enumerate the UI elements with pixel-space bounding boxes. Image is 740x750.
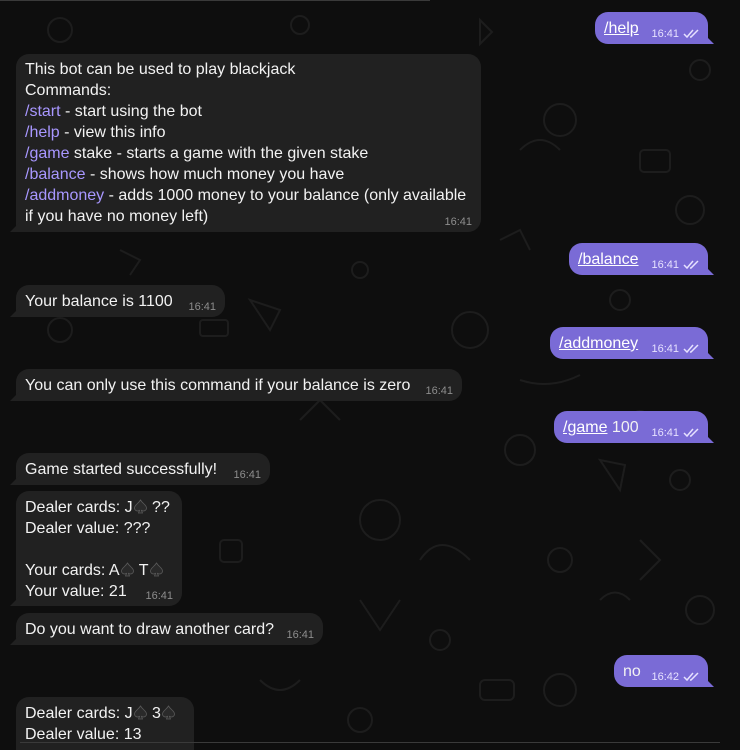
text-line: if you have no money left): [25, 208, 209, 225]
text-line: /help - view this info: [25, 122, 471, 143]
command-argument: 100: [607, 419, 639, 436]
your-second-card: T: [134, 562, 149, 579]
command-description: - adds 1000 money to your balance (only …: [104, 187, 467, 204]
chat-area[interactable]: /help 16:41 This bot can be used to play…: [0, 0, 740, 750]
message-meta: 16:41: [651, 427, 700, 439]
message-outgoing-addmoney[interactable]: /addmoney 16:41: [550, 327, 708, 359]
dealer-second-card: 3: [147, 705, 161, 722]
spade-icon: [120, 562, 134, 577]
double-check-icon: [683, 260, 699, 270]
bottom-divider: [20, 742, 720, 743]
message-time: 16:41: [188, 301, 216, 313]
command-link[interactable]: /help: [25, 124, 60, 141]
dealer-hidden-card: ??: [147, 499, 170, 516]
message-meta: 16:42: [651, 671, 700, 683]
message-time: 16:41: [233, 469, 261, 481]
message-meta: 16:41: [188, 301, 216, 313]
message-time: 16:41: [651, 259, 679, 271]
message-time: 16:42: [651, 671, 679, 683]
message-time: 16:41: [286, 629, 314, 641]
command-link[interactable]: /addmoney: [559, 335, 638, 352]
command-link[interactable]: /help: [604, 20, 639, 37]
command-link[interactable]: /game: [563, 419, 607, 436]
text-line: /balance - shows how much money you have: [25, 164, 471, 185]
command-link[interactable]: /balance: [578, 251, 639, 268]
message-incoming-balance[interactable]: Your balance is 1100 16:41: [16, 285, 225, 317]
text-line: This bot can be used to play blackjack: [25, 61, 296, 78]
double-check-icon: [683, 428, 699, 438]
spade-icon: [133, 499, 147, 514]
spade-icon: [149, 562, 163, 577]
message-incoming-addmoney-error[interactable]: You can only use this command if your ba…: [16, 369, 462, 401]
message-outgoing-balance[interactable]: /balance 16:41: [569, 243, 708, 275]
double-check-icon: [683, 344, 699, 354]
message-time: 16:41: [651, 343, 679, 355]
spade-icon: [162, 705, 175, 720]
message-meta: 16:41: [651, 28, 700, 40]
message-text: Game started successfully!: [25, 461, 218, 478]
message-time: 16:41: [651, 28, 679, 40]
message-incoming-help-info[interactable]: This bot can be used to play blackjack C…: [16, 54, 481, 232]
command-link[interactable]: /start: [25, 103, 61, 120]
message-incoming-cards[interactable]: Dealer cards: J ?? Dealer value: ??? You…: [16, 491, 182, 606]
dealer-cards-line: Dealer cards: J ??: [25, 497, 172, 518]
message-meta: 16:41: [425, 385, 453, 397]
text-line: /start - start using the bot: [25, 101, 471, 122]
message-meta: 16:41: [651, 259, 700, 271]
command-link[interactable]: /game: [25, 145, 69, 162]
command-description: stake - starts a game with the given sta…: [69, 145, 369, 162]
double-check-icon: [683, 672, 699, 682]
message-outgoing-no[interactable]: no 16:42: [614, 655, 708, 687]
text-line: /addmoney - adds 1000 money to your bala…: [25, 185, 471, 206]
message-time: 16:41: [444, 216, 472, 228]
message-meta: 16:41: [145, 590, 173, 602]
message-meta: 16:41: [444, 216, 472, 228]
dealer-value-line: Dealer value: ???: [25, 520, 151, 537]
message-meta: 16:41: [286, 629, 314, 641]
text-line: /game 100: [563, 419, 639, 436]
message-time: 16:41: [651, 427, 679, 439]
message-incoming-draw-prompt[interactable]: Do you want to draw another card? 16:41: [16, 613, 323, 645]
dealer-cards-label: Dealer cards: J: [25, 499, 133, 516]
dealer-cards-label: Dealer cards: J: [25, 705, 133, 722]
text-line: /game stake - starts a game with the giv…: [25, 143, 471, 164]
top-divider: [0, 0, 430, 1]
message-outgoing-help[interactable]: /help 16:41: [595, 12, 708, 44]
message-text: Your balance is 1100: [25, 293, 173, 310]
message-meta: 16:41: [233, 469, 261, 481]
message-time: 16:41: [425, 385, 453, 397]
message-time: 16:41: [145, 590, 173, 602]
spade-icon: [133, 705, 147, 720]
message-incoming-game-started[interactable]: Game started successfully! 16:41: [16, 453, 270, 485]
message-outgoing-game[interactable]: /game 100 16:41: [554, 411, 708, 443]
message-text: Do you want to draw another card?: [25, 621, 275, 638]
double-check-icon: [683, 29, 699, 39]
message-meta: 16:41: [651, 343, 700, 355]
text-line: Commands:: [25, 82, 112, 99]
command-link[interactable]: /addmoney: [25, 187, 104, 204]
message-text: You can only use this command if your ba…: [25, 377, 411, 394]
dealer-cards-line: Dealer cards: J 3: [25, 703, 184, 724]
command-description: - start using the bot: [60, 103, 202, 120]
command-description: - shows how much money you have: [85, 166, 345, 183]
command-description: - view this info: [59, 124, 166, 141]
message-text: no: [623, 663, 641, 680]
command-link[interactable]: /balance: [25, 166, 86, 183]
your-cards-line: Your cards: A T: [25, 560, 172, 581]
your-cards-label: Your cards: A: [25, 562, 120, 579]
